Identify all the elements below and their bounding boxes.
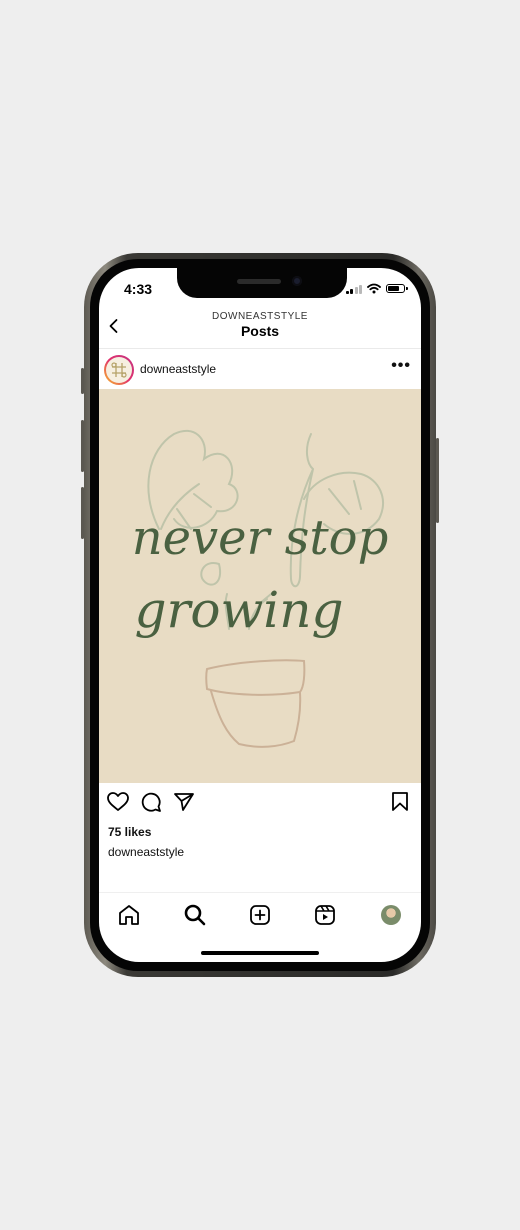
wifi-icon: [367, 283, 381, 294]
plus-square-icon[interactable]: [248, 903, 272, 927]
status-time: 4:33: [124, 281, 153, 297]
avatar[interactable]: [106, 357, 132, 383]
profile-avatar[interactable]: [381, 905, 401, 925]
plant-illustration: never stop growing: [132, 429, 389, 748]
volume-down-button: [81, 487, 84, 539]
status-icons: [345, 283, 408, 294]
bookmark-icon[interactable]: [391, 792, 409, 812]
image-text-line2: growing: [134, 581, 343, 639]
account-name: DOWNEASTSTYLE: [212, 311, 308, 322]
cellular-signal-icon: [345, 284, 362, 294]
post-header: downeaststyle •••: [99, 349, 421, 389]
mute-switch: [81, 368, 84, 394]
post-image[interactable]: never stop growing: [99, 389, 421, 783]
comment-icon[interactable]: [141, 792, 161, 812]
logo-icon: [111, 362, 127, 378]
paper-plane-icon[interactable]: [174, 792, 194, 811]
phone-frame: 4:33 DOWNEASTSTYLE Posts downeaststyle •…: [81, 253, 439, 977]
search-icon[interactable]: [183, 903, 207, 927]
like-count[interactable]: 75 likes: [108, 825, 151, 839]
home-indicator[interactable]: [201, 951, 319, 955]
front-camera: [292, 276, 302, 286]
image-text-line1: never stop: [132, 510, 389, 566]
volume-up-button: [81, 420, 84, 472]
screen: 4:33 DOWNEASTSTYLE Posts downeaststyle •…: [99, 268, 421, 962]
battery-icon: [386, 284, 408, 293]
page-title: Posts: [240, 323, 280, 339]
nav-header: DOWNEASTSTYLE Posts: [99, 308, 421, 348]
speaker-grille: [237, 279, 281, 284]
more-horizontal-icon[interactable]: •••: [391, 358, 411, 374]
post-actions: [99, 788, 421, 818]
story-ring[interactable]: [104, 355, 134, 385]
home-icon[interactable]: [117, 903, 141, 927]
post-username[interactable]: downeaststyle: [140, 362, 216, 376]
heart-icon[interactable]: [107, 792, 129, 812]
power-button: [436, 438, 439, 523]
caption-username[interactable]: downeaststyle: [108, 845, 184, 859]
reels-icon[interactable]: [313, 903, 337, 927]
notch: [177, 268, 347, 298]
